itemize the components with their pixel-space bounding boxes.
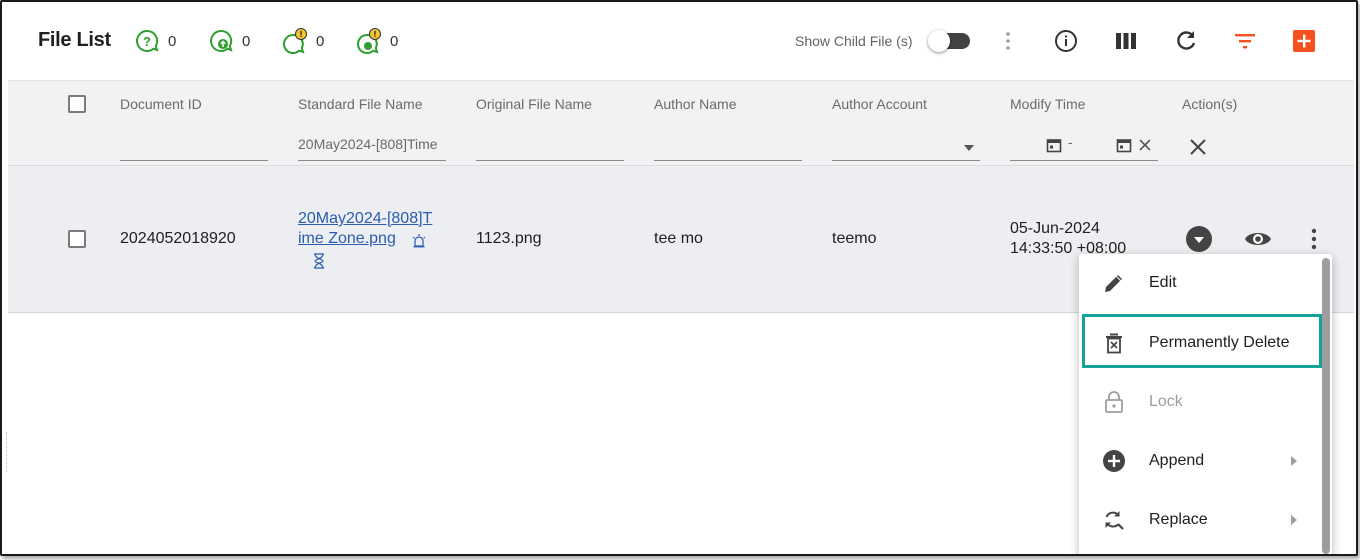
row-more-vertical-icon[interactable] xyxy=(1306,226,1322,252)
document-id-cell: 2024052018920 xyxy=(120,230,236,247)
date-range-separator: - xyxy=(1068,134,1073,150)
menu-item-lock: Lock xyxy=(1079,373,1322,431)
expand-row-button[interactable] xyxy=(1186,226,1212,252)
file-list-panel: File List ? 0 0 0 0 Show Child File (s) … xyxy=(0,0,1358,556)
upload-counter[interactable]: 0 xyxy=(208,28,250,54)
author-name-cell: tee mo xyxy=(654,230,703,247)
toolbar: File List ? 0 0 0 0 Show Child File (s) xyxy=(2,2,1356,80)
upload-chat-icon xyxy=(210,29,233,52)
row-action-menu: Edit Permanently Delete Lock Append Repl… xyxy=(1079,254,1332,554)
standard-file-name-filter[interactable]: 20May2024-[808]Time xyxy=(298,133,446,161)
view-eye-icon[interactable] xyxy=(1244,228,1272,250)
col-actions: Action(s) xyxy=(1182,96,1238,112)
col-document-id: Document ID xyxy=(120,96,202,112)
menu-item-label: Edit xyxy=(1149,274,1177,291)
toggle-knob xyxy=(928,30,950,52)
resize-handle xyxy=(6,432,8,472)
warning-upload-chat-icon xyxy=(357,28,381,54)
dropdown-arrow-icon xyxy=(964,145,974,151)
original-file-name-filter[interactable] xyxy=(476,133,624,161)
menu-scrollbar[interactable] xyxy=(1322,258,1330,554)
submenu-arrow-icon xyxy=(1291,515,1297,525)
col-original-file-name: Original File Name xyxy=(476,96,592,112)
menu-item-append[interactable]: Append xyxy=(1079,432,1322,490)
standard-file-name-link[interactable]: 20May2024-[808]T ime Zone.png xyxy=(298,209,458,249)
col-standard-file-name: Standard File Name xyxy=(298,96,423,112)
modify-time-filter[interactable]: - xyxy=(1010,133,1158,161)
author-account-cell: teemo xyxy=(832,230,877,247)
add-icon xyxy=(1293,30,1315,52)
select-all-checkbox[interactable] xyxy=(68,95,86,113)
svg-text:?: ? xyxy=(143,34,151,49)
calendar-to-icon[interactable] xyxy=(1116,137,1132,153)
add-file-button[interactable] xyxy=(1290,27,1318,55)
show-child-file-label: Show Child File (s) xyxy=(795,33,913,49)
warning-upload-count: 0 xyxy=(390,32,399,50)
question-chat-icon: ? xyxy=(136,29,159,52)
warning-chat-icon xyxy=(283,28,307,54)
row-checkbox[interactable] xyxy=(68,230,86,248)
standard-file-name-cell: 20May2024-[808]T ime Zone.png xyxy=(298,209,458,269)
author-name-filter[interactable] xyxy=(654,133,802,161)
modify-time-cell: 05-Jun-2024 14:33:50 +08:00 xyxy=(1010,219,1126,259)
document-id-filter[interactable] xyxy=(120,133,268,161)
menu-item-label: Append xyxy=(1149,452,1205,469)
show-child-file-toggle[interactable] xyxy=(928,30,970,52)
menu-item-edit[interactable]: Edit xyxy=(1079,254,1322,312)
warning-counter[interactable]: 0 xyxy=(282,28,324,54)
info-icon[interactable] xyxy=(1052,27,1080,55)
page-title: File List xyxy=(38,29,111,51)
question-counter[interactable]: ? 0 xyxy=(134,28,176,54)
more-vertical-icon[interactable] xyxy=(994,27,1022,55)
refresh-icon[interactable] xyxy=(1172,27,1200,55)
submenu-arrow-icon xyxy=(1291,456,1297,466)
file-name-line-1: 20May2024-[808]T xyxy=(298,210,433,227)
file-name-line-2: ime Zone.png xyxy=(298,230,396,247)
col-modify-time: Modify Time xyxy=(1010,96,1086,112)
plus-circle-icon xyxy=(1101,448,1127,474)
permanently-delete-highlight xyxy=(1082,314,1322,368)
menu-item-label: Replace xyxy=(1149,511,1208,528)
col-author-name: Author Name xyxy=(654,96,737,112)
chevron-down-icon xyxy=(1194,237,1204,243)
standard-file-name-filter-value: 20May2024-[808]Time xyxy=(298,136,438,152)
upload-count: 0 xyxy=(242,32,251,50)
clear-filters-icon[interactable] xyxy=(1188,137,1208,157)
menu-item-label: Lock xyxy=(1149,393,1183,410)
hourglass-icon xyxy=(314,253,324,269)
calendar-from-icon[interactable] xyxy=(1046,137,1062,153)
original-file-name-cell: 1123.png xyxy=(476,230,542,247)
table-header: Document ID Standard File Name Original … xyxy=(8,80,1354,166)
col-author-account: Author Account xyxy=(832,96,927,112)
author-account-filter[interactable] xyxy=(832,133,980,161)
replace-icon xyxy=(1101,507,1127,533)
columns-icon[interactable] xyxy=(1112,27,1140,55)
question-count: 0 xyxy=(168,32,177,50)
warning-count: 0 xyxy=(316,32,325,50)
warning-upload-counter[interactable]: 0 xyxy=(356,28,398,54)
pencil-icon xyxy=(1101,270,1127,296)
alarm-icon xyxy=(412,234,426,248)
modify-date: 05-Jun-2024 xyxy=(1010,220,1100,237)
lock-icon xyxy=(1101,389,1127,415)
filter-icon[interactable] xyxy=(1231,27,1259,55)
menu-item-replace[interactable]: Replace xyxy=(1079,491,1322,549)
clear-date-icon[interactable] xyxy=(1138,138,1152,152)
